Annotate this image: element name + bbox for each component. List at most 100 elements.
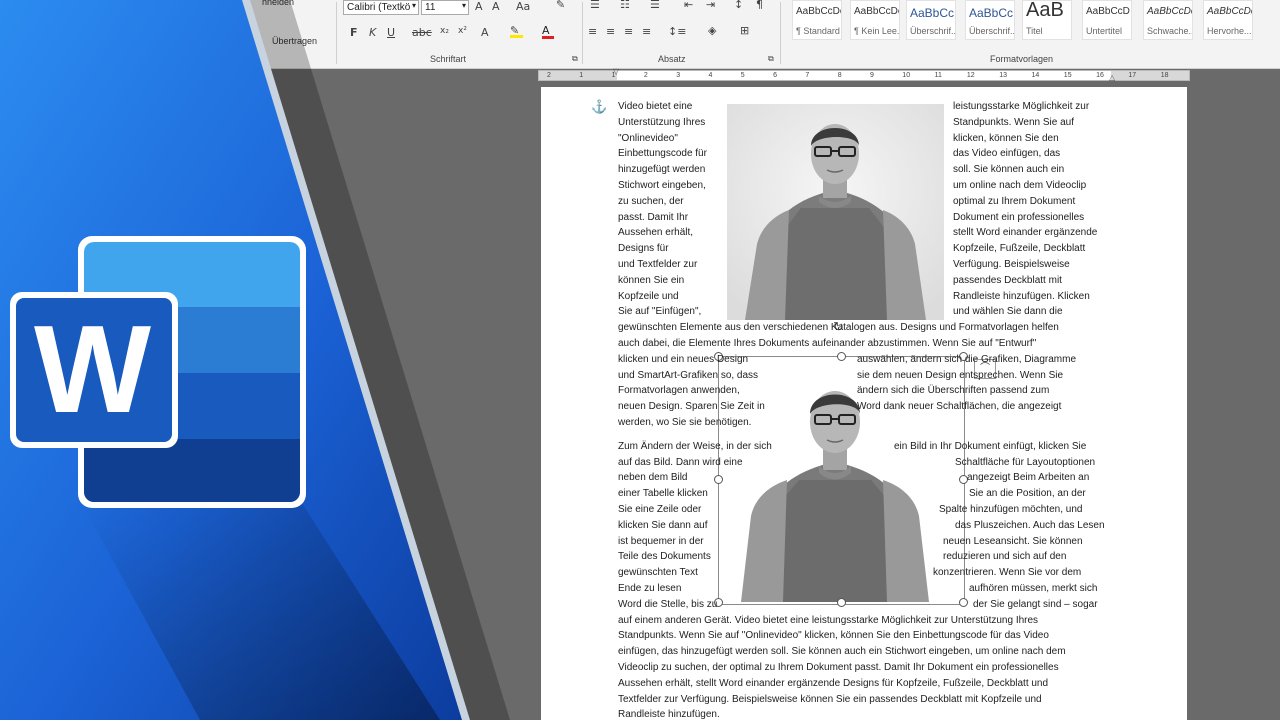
ruler-tick-label: 7 (805, 72, 810, 79)
style-preview: AaBbCcI (969, 6, 1015, 20)
style-name: Hervorhe... (1207, 26, 1252, 36)
underline-icon[interactable]: U (387, 26, 395, 39)
multilevel-list-icon[interactable]: ☰ (650, 0, 660, 11)
style-card-6[interactable]: AaBbCcD Untertitel (1082, 0, 1132, 40)
justify-icon[interactable]: ≡ (642, 25, 651, 38)
text-line: Dokument ein professionelles (953, 211, 1085, 223)
text-line: Sie eine Zeile oder (618, 504, 702, 515)
portrait-image-top[interactable] (727, 104, 944, 320)
font-name-combo[interactable]: Calibri (Textkö ▾ (343, 0, 419, 15)
ruler-tick-label: 17 (1128, 72, 1137, 79)
font-group-label: Schriftart (430, 54, 467, 64)
line-spacing-icon[interactable]: ↕≡ (668, 25, 686, 38)
superscript-icon[interactable]: x² (458, 26, 467, 36)
anchor-icon[interactable]: ⚓ (591, 99, 607, 115)
style-card-7[interactable]: AaBbCcDc Schwache... (1143, 0, 1193, 40)
text-line: Randleiste hinzufügen. (618, 709, 720, 720)
text-line: passt. Damit Ihr (618, 211, 689, 223)
style-preview: AaBbCcDc (1207, 6, 1253, 17)
style-card-1[interactable]: AaBbCcDc ¶ Standard (792, 0, 842, 40)
subscript-icon[interactable]: x₂ (440, 26, 449, 36)
text-line: der Sie gelangt sind – sogar (973, 598, 1098, 610)
strikethrough-icon[interactable]: abc (412, 26, 432, 39)
text-effects-icon[interactable]: A (481, 26, 489, 39)
word-logo-letter: W (34, 301, 152, 439)
style-preview: AaBbCcD (1086, 6, 1130, 17)
first-line-indent-marker-icon[interactable]: ▽ (613, 67, 619, 76)
font-size-combo[interactable]: 11 ▾ (421, 0, 469, 15)
horizontal-ruler[interactable]: 2 1 1 2 3 4 5 6 7 8 9 10 11 12 13 14 15 16 17 18 ▽ △ (538, 67, 1190, 82)
decrease-indent-icon[interactable]: ⇤ (684, 0, 693, 11)
right-indent-marker-icon[interactable]: △ (1109, 73, 1115, 82)
text-line: Stichwort eingeben, (618, 180, 706, 191)
text-line: Schaltfläche für Layoutoptionen (955, 456, 1096, 468)
text-line: Spalte hinzufügen möchten, und (939, 504, 1083, 515)
align-right-icon[interactable]: ≡ (624, 25, 633, 38)
italic-icon[interactable]: K (369, 26, 376, 39)
text-line: Verfügung. Beispielsweise (953, 259, 1070, 270)
resize-handle-left[interactable] (714, 475, 723, 484)
style-card-5[interactable]: AaB Titel (1022, 0, 1072, 40)
style-card-2[interactable]: AaBbCcDc ¶ Kein Lee... (850, 0, 900, 40)
font-color-icon[interactable]: A (542, 24, 554, 39)
font-dialog-launcher-icon[interactable]: ⧉ (572, 54, 578, 64)
text-line: zu suchen, der (618, 195, 684, 207)
style-card-4[interactable]: AaBbCcI Überschrif... (965, 0, 1015, 40)
highlight-icon[interactable]: ✎ (510, 24, 523, 38)
style-preview: AaB (1026, 0, 1064, 21)
ruler-tick-label: 18 (1160, 72, 1169, 79)
style-card-8[interactable]: AaBbCcDc Hervorhe... (1203, 0, 1253, 40)
style-name: Überschrif... (969, 26, 1015, 36)
resize-handle-bottom-right[interactable] (959, 598, 968, 607)
text-line: können Sie ein (618, 274, 685, 286)
text-line: reduzieren und sich auf den (943, 551, 1067, 563)
borders-icon[interactable]: ⊞ (740, 24, 749, 37)
paragraph-group-label: Absatz (658, 54, 686, 64)
text-line: hinzugefügt werden (618, 164, 706, 176)
cut-label[interactable]: hneiden (262, 0, 294, 7)
text-line: angezeigt Beim Arbeiten an (967, 472, 1090, 484)
text-line: auch dabei, die Elemente Ihres Dokuments… (618, 338, 1037, 349)
style-name: Titel (1026, 26, 1043, 36)
sort-icon[interactable]: ↕ (734, 0, 743, 11)
bold-icon[interactable]: F (350, 26, 358, 39)
ruler-tick-label: 8 (837, 72, 842, 79)
ribbon: hneiden Übertragen Calibri (Textkö ▾ 11 ▾ … (250, 0, 1280, 69)
word-window: hneiden Übertragen Calibri (Textkö ▾ 11 ▾ … (0, 0, 1280, 720)
shrink-font-icon[interactable]: A (492, 0, 500, 13)
text-line: Sie an die Position, an der (969, 488, 1086, 500)
grow-font-icon[interactable]: A (475, 0, 483, 13)
clear-format-icon[interactable]: ✎ (556, 0, 565, 11)
paragraph-dialog-launcher-icon[interactable]: ⧉ (768, 54, 774, 64)
ruler-tick-label: 14 (1031, 72, 1040, 79)
change-case-icon[interactable]: Aa (516, 0, 530, 13)
style-preview: AaBbCcDc (854, 6, 900, 17)
resize-handle-bottom[interactable] (837, 598, 846, 607)
styles-group-label: Formatvorlagen (990, 54, 1054, 64)
bullets-icon[interactable]: ☰ (590, 0, 600, 11)
ruler-tick-label: 15 (1063, 72, 1072, 79)
text-line: das Pluszeichen. Auch das Lesen (955, 519, 1105, 531)
text-line: neuen Design. Sparen Sie Zeit in (618, 401, 765, 413)
increase-indent-icon[interactable]: ⇥ (706, 0, 715, 11)
format-painter-label[interactable]: Übertragen (272, 36, 317, 46)
text-line: neben dem Bild (618, 472, 688, 484)
align-left-icon[interactable]: ≡ (588, 25, 597, 38)
style-name: ¶ Kein Lee... (854, 26, 900, 36)
text-line: Designs für (618, 243, 669, 255)
resize-handle-top[interactable] (837, 352, 846, 361)
style-preview: AaBbCc (910, 6, 955, 20)
font-size-value: 11 (425, 2, 436, 13)
style-name: Untertitel (1086, 26, 1123, 36)
text-line: Kopfzeile, Fußzeile, Deckblatt (953, 243, 1086, 255)
align-center-icon[interactable]: ≡ (606, 25, 615, 38)
shading-icon[interactable]: ◈ (708, 24, 716, 37)
style-preview: AaBbCcDc (796, 6, 842, 17)
text-line: optimal zu Ihrem Dokument (953, 195, 1076, 207)
numbering-icon[interactable]: ☷ (620, 0, 630, 11)
style-card-3[interactable]: AaBbCc Überschrif... (906, 0, 956, 40)
document-page[interactable]: ⚓ ↻ ⌒ Video bietet eine Unterstützung Ih… (541, 87, 1187, 720)
text-line: einer Tabelle klicken (618, 488, 708, 500)
show-marks-icon[interactable]: ¶ (756, 0, 763, 11)
ruler-tick-label: 2 (547, 72, 551, 79)
